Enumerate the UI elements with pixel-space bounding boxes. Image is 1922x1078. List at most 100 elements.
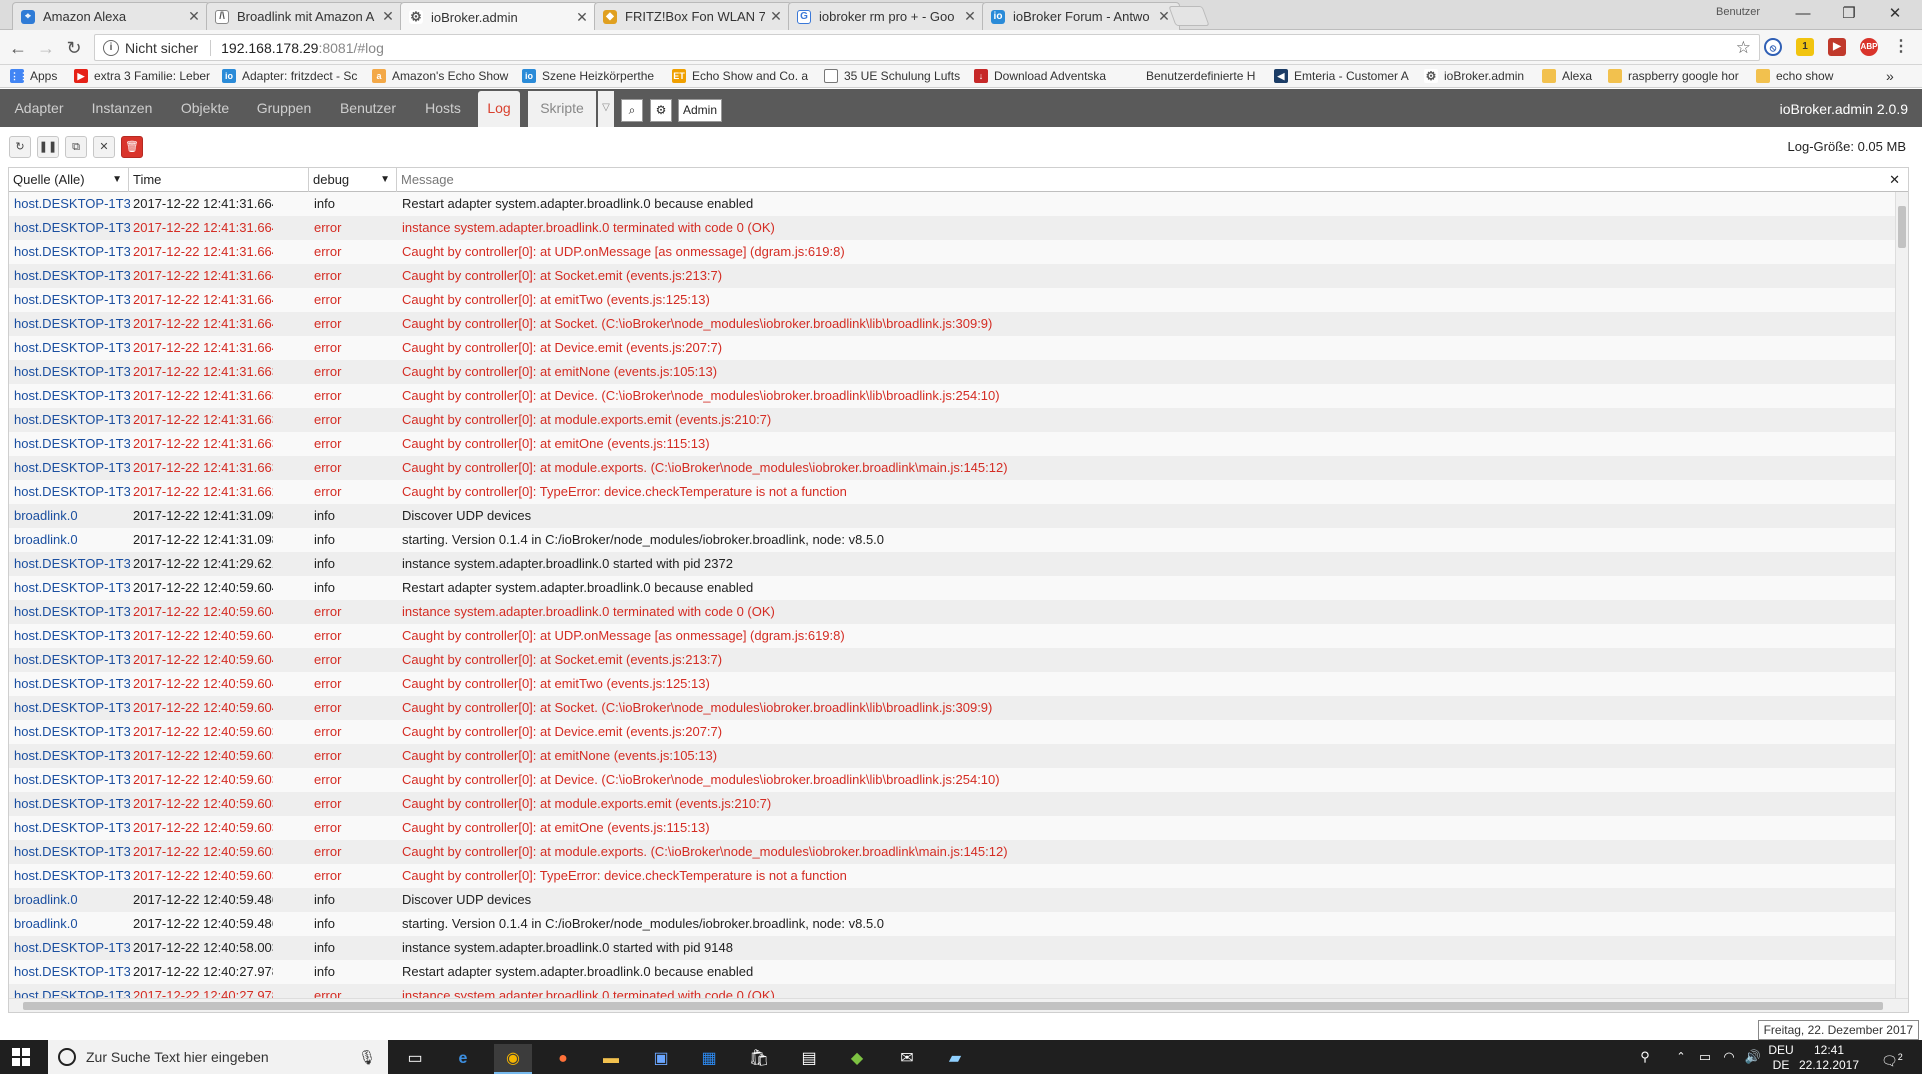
windows-start-icon[interactable] — [12, 1048, 30, 1066]
log-severity: error — [314, 268, 342, 283]
record-extension-icon[interactable]: ▶ — [1828, 38, 1846, 56]
tab-skripte[interactable]: Skripte — [528, 91, 596, 127]
browser-tab[interactable]: io ioBroker Forum - Antwo ✕ — [982, 2, 1180, 30]
info-icon[interactable]: i — [103, 39, 119, 56]
log-message: Caught by controller[0]: at Device. (C:\… — [402, 388, 1000, 403]
minecraft-icon[interactable]: ◆ — [838, 1044, 876, 1074]
browser-tab[interactable]: /\ Broadlink mit Amazon A ✕ — [206, 2, 404, 30]
input-language[interactable]: DEU DE — [1766, 1043, 1796, 1073]
pause-icon[interactable]: ❚❚ — [37, 136, 59, 158]
restore-icon[interactable]: ❐ — [1826, 0, 1872, 28]
bookmark-item[interactable]: ⚙ ioBroker.admin — [1424, 67, 1532, 85]
tab-adapter[interactable]: Adapter — [4, 89, 74, 127]
close-icon[interactable]: ✕ — [187, 8, 201, 25]
bookmark-item[interactable]: Benutzerdefinierte H — [1126, 67, 1264, 85]
forward-arrow-icon[interactable]: → — [34, 36, 58, 60]
browser-tab[interactable]: ⌖ Amazon Alexa ✕ — [12, 2, 210, 30]
refresh-icon[interactable]: ↻ — [9, 136, 31, 158]
gear-icon[interactable]: ⚙ — [650, 99, 672, 122]
block-extension-icon[interactable]: ⦸ — [1764, 38, 1782, 56]
horizontal-scrollbar[interactable] — [9, 998, 1908, 1012]
bookmark-folder[interactable]: Alexa — [1542, 67, 1598, 85]
notes-extension-icon[interactable]: 1 — [1796, 38, 1814, 56]
calendar-icon[interactable]: ▤ — [790, 1044, 828, 1074]
microphone-icon[interactable]: 🎙 — [358, 1049, 376, 1066]
close-icon[interactable]: ✕ — [1157, 8, 1171, 25]
admin-button[interactable]: Admin — [678, 99, 722, 122]
close-icon[interactable]: ✕ — [381, 8, 395, 25]
bookmark-folder[interactable]: raspberry google hor — [1608, 67, 1746, 85]
bookmark-item[interactable]: a Amazon's Echo Show — [372, 67, 510, 85]
tabs-dropdown-icon[interactable]: ▽ — [598, 91, 614, 127]
delete-trash-icon[interactable]: 🗑 — [121, 136, 143, 158]
more-bookmarks-icon[interactable]: » — [1886, 67, 1906, 85]
volume-icon[interactable]: 🔊 — [1742, 1040, 1764, 1074]
vertical-scrollbar[interactable] — [1895, 192, 1908, 998]
browser-tab[interactable]: G iobroker rm pro + - Goo ✕ — [788, 2, 986, 30]
show-hidden-icons-icon[interactable]: ⌃ — [1672, 1040, 1690, 1074]
tab-benutzer[interactable]: Benutzer — [328, 89, 408, 127]
bookmark-item[interactable]: ▶ extra 3 Familie: Leber — [74, 67, 212, 85]
bookmark-label: Apps — [30, 69, 58, 83]
adblock-icon[interactable]: ABP — [1860, 38, 1878, 56]
new-tab-button[interactable] — [1168, 6, 1210, 26]
bookmark-item[interactable]: ◀ Emteria - Customer A — [1274, 67, 1414, 85]
log-severity: info — [314, 580, 335, 595]
log-severity: error — [314, 412, 342, 427]
tab-gruppen[interactable]: Gruppen — [248, 89, 320, 127]
profile-name[interactable]: Benutzer — [1716, 6, 1760, 18]
chrome-icon[interactable]: ◉ — [494, 1044, 532, 1074]
browser-tab[interactable]: ◆ FRITZ!Box Fon WLAN 73 ✕ — [594, 2, 792, 30]
taskbar-search-input[interactable]: Zur Suche Text hier eingeben 🎙 — [48, 1040, 388, 1074]
tab-objekte[interactable]: Objekte — [170, 89, 240, 127]
reload-icon[interactable]: ↻ — [62, 36, 86, 60]
close-window-icon[interactable]: ✕ — [1872, 0, 1918, 28]
mail-icon[interactable]: ✉ — [888, 1044, 926, 1074]
task-view-icon[interactable]: ▭ — [396, 1044, 434, 1074]
tab-hosts[interactable]: Hosts — [416, 89, 470, 127]
log-row: host.DESKTOP-1T3I 2017-12-22 12:40:59.604… — [9, 576, 1895, 600]
severity-filter-select[interactable]: debug ▼ — [309, 168, 397, 192]
scrollbar-thumb[interactable] — [1898, 206, 1906, 248]
remote-desktop-icon[interactable]: ▦ — [690, 1044, 728, 1074]
bookmark-item[interactable]: ET Echo Show and Co. a — [672, 67, 810, 85]
people-icon[interactable]: ⚲ — [1634, 1040, 1656, 1074]
close-icon[interactable]: ✕ — [769, 8, 783, 25]
bookmark-item[interactable]: io Adapter: fritzdect - Sc — [222, 67, 360, 85]
network-app-icon[interactable]: ▣ — [642, 1044, 680, 1074]
address-bar[interactable]: i Nicht sicher 192.168.178.29:8081/#log … — [94, 34, 1760, 61]
bookmark-item[interactable]: ⋮⋮ Apps — [10, 67, 70, 85]
wifi-icon[interactable]: ◠ — [1718, 1040, 1740, 1074]
log-message: Caught by controller[0]: at Socket. (C:\… — [402, 316, 993, 331]
bookmark-item[interactable]: 35 UE Schulung Lufts — [824, 67, 962, 85]
url-text[interactable]: 192.168.178.29:8081/#log — [221, 40, 384, 56]
message-filter-input[interactable]: Message ✕ — [397, 168, 1908, 192]
action-center-icon[interactable]: 🗨2 — [1872, 1040, 1912, 1074]
tab-instanzen[interactable]: Instanzen — [82, 89, 162, 127]
bookmark-item[interactable]: ↓ Download Adventska — [974, 67, 1112, 85]
star-bookmark-icon[interactable]: ☆ — [1736, 38, 1751, 58]
tab-log[interactable]: Log — [478, 91, 520, 127]
back-arrow-icon[interactable]: ← — [6, 36, 30, 60]
close-icon[interactable]: ✕ — [575, 9, 589, 26]
menu-kebab-icon[interactable]: ⋮ — [1892, 38, 1910, 56]
minimize-icon[interactable]: — — [1780, 0, 1826, 28]
security-label[interactable]: Nicht sicher — [125, 40, 198, 56]
search-icon[interactable]: ⌕ — [621, 99, 643, 122]
system-clock[interactable]: 12:41 22.12.2017 — [1798, 1043, 1860, 1073]
bookmark-folder[interactable]: echo show — [1756, 67, 1856, 85]
clear-icon[interactable]: ✕ — [93, 136, 115, 158]
clear-filter-icon[interactable]: ✕ — [1889, 168, 1900, 192]
firefox-icon[interactable]: ● — [544, 1044, 582, 1074]
battery-icon[interactable]: ▭ — [1694, 1040, 1716, 1074]
scrollbar-thumb[interactable] — [23, 1002, 1883, 1010]
close-icon[interactable]: ✕ — [963, 8, 977, 25]
browser-tab-active[interactable]: ⚙ ioBroker.admin ✕ — [400, 2, 598, 31]
file-explorer-icon[interactable]: ▬ — [592, 1044, 630, 1074]
notepad-icon[interactable]: ▰ — [936, 1044, 974, 1074]
store-icon[interactable]: 🛍 — [740, 1044, 778, 1074]
edge-icon[interactable]: e — [444, 1044, 482, 1074]
bookmark-item[interactable]: io Szene Heizkörperthe — [522, 67, 660, 85]
copy-icon[interactable]: ⧉ — [65, 136, 87, 158]
source-filter-select[interactable]: Quelle (Alle) ▼ — [9, 168, 129, 192]
